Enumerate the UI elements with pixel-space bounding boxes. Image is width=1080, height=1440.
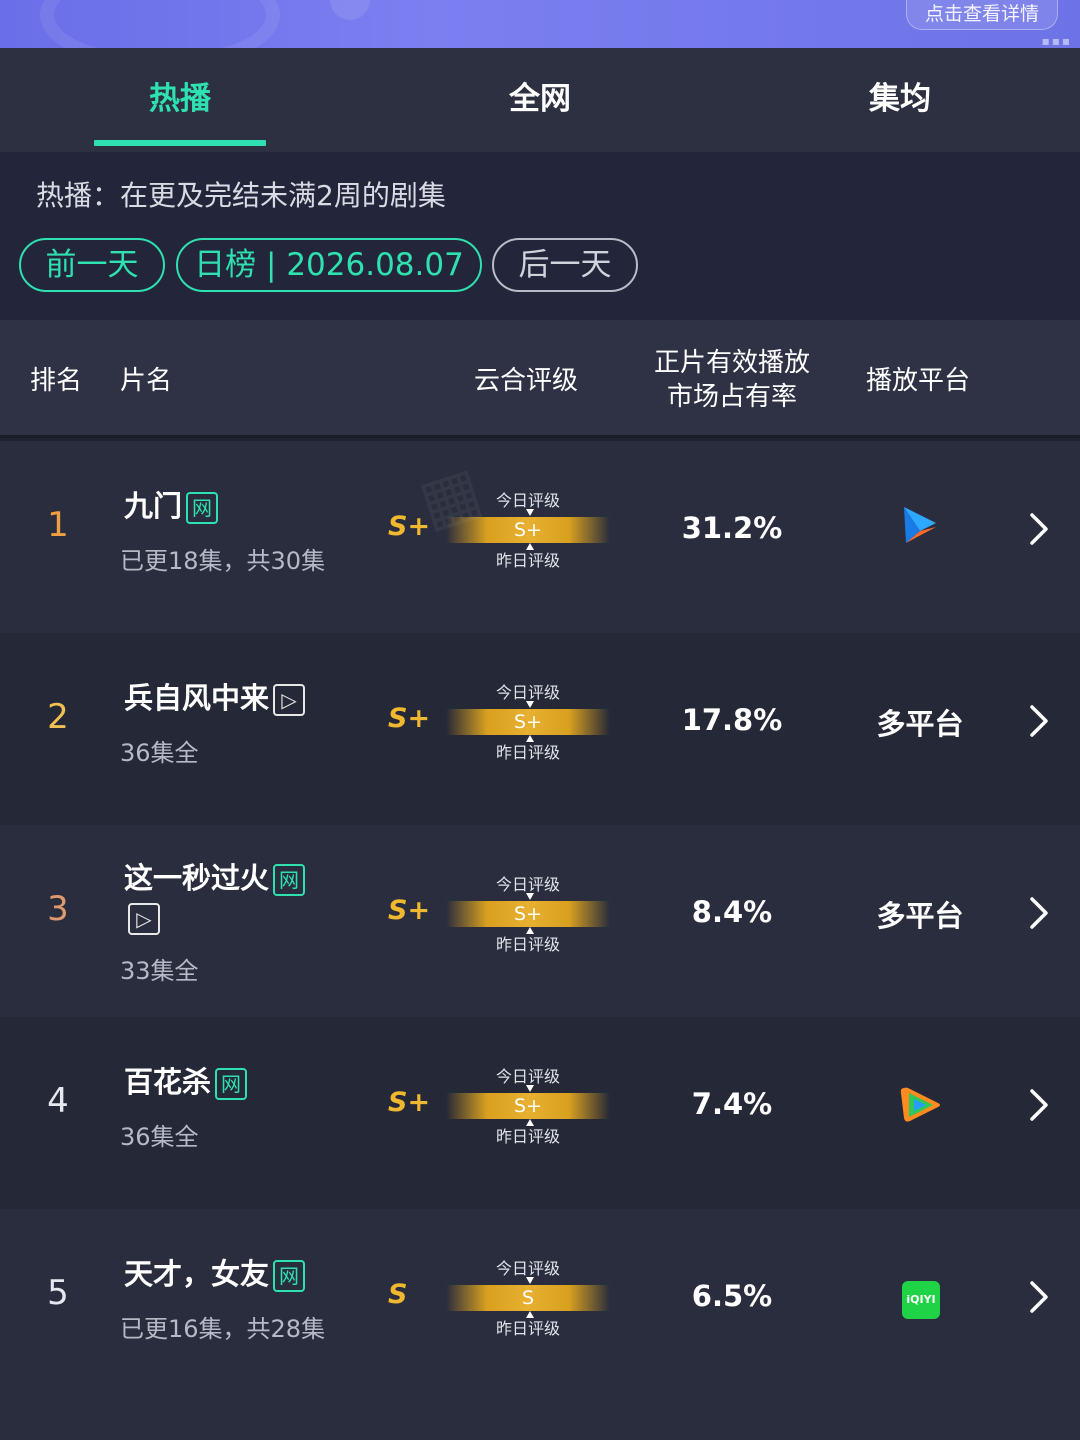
table-header: 排名 片名 云合评级 正片有效播放 市场占有率 播放平台 bbox=[0, 320, 1080, 438]
today-grade-label: 今日评级 bbox=[495, 683, 560, 702]
tab-all-network[interactable]: 全网 bbox=[360, 48, 720, 152]
table-row[interactable]: 5 天才，女友网已更16集，共28集 S 今日评级 S 昨日评级 6.5% iQIYI bbox=[0, 1209, 1080, 1401]
episode-status: 36集全 bbox=[120, 739, 199, 767]
header-share-line1: 正片有效播放 bbox=[653, 348, 810, 378]
yesterday-grade-label: 昨日评级 bbox=[495, 1319, 560, 1338]
episode-status: 已更18集，共30集 bbox=[120, 547, 326, 575]
grade-comparison: 今日评级 S+ 昨日评级 bbox=[446, 1063, 610, 1147]
show-title-text: 这一秒过火 bbox=[124, 861, 270, 895]
today-marker bbox=[526, 1277, 534, 1284]
play-badge-icon: ▷ bbox=[128, 903, 160, 935]
today-grade-label: 今日评级 bbox=[495, 1259, 560, 1278]
chevron-right-icon[interactable] bbox=[1026, 893, 1052, 933]
tab-episode-average[interactable]: 集均 bbox=[720, 48, 1080, 152]
chevron-right-icon[interactable] bbox=[1026, 1085, 1052, 1125]
grade-comparison: 今日评级 S+ 昨日评级 bbox=[446, 679, 610, 763]
header-title: 片名 bbox=[120, 366, 173, 396]
grade-bar-value: S+ bbox=[514, 903, 542, 925]
grade-label: S+ bbox=[388, 511, 431, 542]
market-share: 6.5% bbox=[691, 1279, 773, 1313]
rank-number: 3 bbox=[47, 889, 69, 929]
episode-status: 36集全 bbox=[120, 1123, 199, 1151]
show-title: 天才，女友网 bbox=[124, 1251, 306, 1293]
network-badge-icon: 网 bbox=[273, 1260, 306, 1292]
yesterday-grade-label: 昨日评级 bbox=[495, 935, 560, 954]
header-share-line2: 市场占有率 bbox=[666, 382, 797, 412]
grade-label: S+ bbox=[388, 895, 431, 926]
chevron-right-icon[interactable] bbox=[1026, 1277, 1052, 1317]
yesterday-grade-label: 昨日评级 bbox=[495, 743, 560, 762]
today-marker bbox=[526, 509, 534, 516]
today-grade-label: 今日评级 bbox=[495, 491, 560, 510]
youku-icon bbox=[904, 507, 936, 543]
yesterday-grade-label: 昨日评级 bbox=[495, 551, 560, 570]
show-title: 这一秒过火网 ▷ bbox=[124, 855, 306, 935]
grade-comparison: 今日评级 S+ 昨日评级 bbox=[446, 871, 610, 955]
show-title-text: 百花杀 bbox=[124, 1065, 212, 1099]
network-badge-icon: 网 bbox=[186, 492, 219, 524]
rank-number: 2 bbox=[47, 697, 69, 737]
category-description: 热播：在更及完结未满2周的剧集 bbox=[36, 179, 446, 212]
header-platform: 播放平台 bbox=[866, 366, 971, 396]
table-row[interactable]: 1 九门网已更18集，共30集 S+ 今日评级 S+ 昨日评级 31.2% bbox=[0, 441, 1080, 633]
platform-label: 多平台 bbox=[876, 707, 964, 741]
chevron-right-icon[interactable] bbox=[1026, 701, 1052, 741]
show-title: 九门网 bbox=[124, 483, 219, 525]
show-title: 百花杀网 bbox=[124, 1059, 248, 1101]
grade-bar-value: S bbox=[521, 1287, 535, 1309]
chevron-right-icon[interactable] bbox=[1026, 509, 1052, 549]
grade-bar-value: S+ bbox=[514, 519, 542, 541]
market-share: 17.8% bbox=[681, 703, 783, 737]
rank-number: 1 bbox=[47, 505, 69, 545]
rank-number: 4 bbox=[47, 1081, 69, 1121]
tab-hot[interactable]: 热播 bbox=[0, 48, 360, 152]
platform-label: 多平台 bbox=[876, 899, 964, 933]
today-marker bbox=[526, 893, 534, 900]
tencent-video-icon bbox=[900, 1087, 940, 1122]
today-grade-label: 今日评级 bbox=[495, 875, 560, 894]
table-row[interactable]: 4 百花杀网 36集全 S+ 今日评级 S+ 昨日评级 7.4% bbox=[0, 1017, 1080, 1209]
market-share: 8.4% bbox=[691, 895, 773, 929]
today-marker bbox=[526, 701, 534, 708]
grade-label: S bbox=[388, 1279, 408, 1310]
network-badge-icon: 网 bbox=[273, 864, 306, 896]
tab-bar: 热播 全网 集均 bbox=[0, 48, 1080, 152]
episode-status: 33集全 bbox=[120, 957, 199, 985]
market-share: 7.4% bbox=[691, 1087, 773, 1121]
header-rank: 排名 bbox=[30, 366, 83, 396]
table-row[interactable]: 3 这一秒过火网 ▷ 33集全 S+ 今日评级 S+ 昨日评级 8.4% 多平台 bbox=[0, 825, 1080, 1017]
banner-decoration bbox=[330, 0, 370, 20]
next-row-partial bbox=[0, 1392, 1080, 1440]
iqiyi-icon: iQIYI bbox=[902, 1281, 940, 1319]
next-day-button[interactable]: 后一天 bbox=[492, 238, 638, 292]
today-marker bbox=[526, 1085, 534, 1092]
top-banner: 点击查看详情 ▪▪▪ bbox=[0, 0, 1080, 48]
show-title-text: 兵自风中来 bbox=[124, 681, 270, 715]
today-grade-label: 今日评级 bbox=[495, 1067, 560, 1086]
show-title: 兵自风中来 ▷ bbox=[124, 675, 306, 717]
market-share: 31.2% bbox=[681, 511, 783, 545]
grade-comparison: 今日评级 S+ 昨日评级 bbox=[446, 487, 610, 571]
active-tab-indicator bbox=[94, 140, 266, 146]
network-badge-icon: 网 bbox=[215, 1068, 248, 1100]
previous-day-button[interactable]: 前一天 bbox=[19, 238, 165, 292]
show-title-text: 九门 bbox=[124, 489, 183, 523]
grade-label: S+ bbox=[388, 703, 431, 734]
grade-bar-value: S+ bbox=[514, 1095, 542, 1117]
play-badge-icon: ▷ bbox=[273, 684, 306, 716]
rank-number: 5 bbox=[47, 1273, 69, 1313]
grade-comparison: 今日评级 S 昨日评级 bbox=[446, 1255, 610, 1339]
table-row[interactable]: 2 兵自风中来 ▷ 36集全 S+ 今日评级 S+ 昨日评级 17.8% 多平台 bbox=[0, 633, 1080, 825]
show-title-text: 天才，女友 bbox=[124, 1257, 270, 1291]
grade-label: S+ bbox=[388, 1087, 431, 1118]
view-details-button[interactable]: 点击查看详情 bbox=[905, 0, 1058, 30]
grade-bar-value: S+ bbox=[514, 711, 542, 733]
header-grade: 云合评级 bbox=[474, 366, 579, 396]
episode-status: 已更16集，共28集 bbox=[120, 1315, 326, 1343]
banner-decoration bbox=[40, 0, 280, 48]
yesterday-grade-label: 昨日评级 bbox=[495, 1127, 560, 1146]
date-selector[interactable]: 日榜 | 2026.08.07 bbox=[176, 238, 482, 292]
filter-bar: 热播：在更及完结未满2周的剧集 前一天 日榜 | 2026.08.07 后一天 bbox=[0, 152, 1080, 320]
banner-dots-decoration: ▪▪▪ bbox=[1041, 34, 1072, 48]
